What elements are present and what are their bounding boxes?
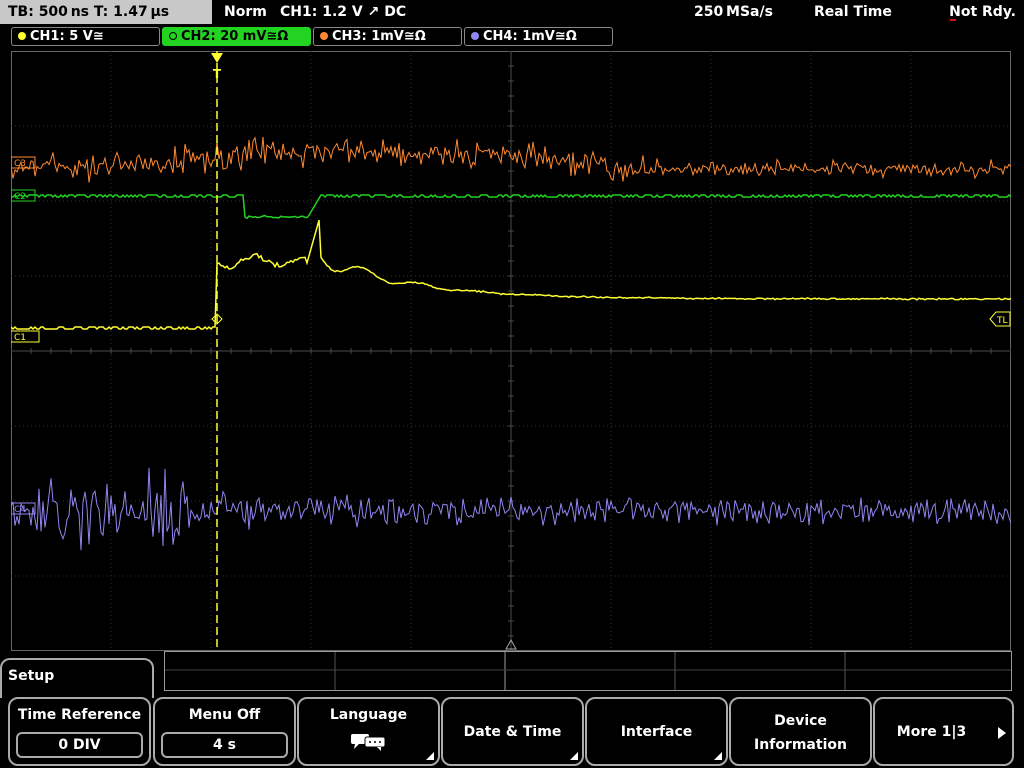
ch4-dot-icon xyxy=(471,32,479,40)
tab-ch1[interactable]: CH1: 5 V≅ xyxy=(11,27,160,46)
trigger-level-label: TL xyxy=(996,316,1008,326)
ch4-offset-marker[interactable]: C4 xyxy=(11,502,36,515)
ch3-offset-marker[interactable]: C3 xyxy=(11,156,36,169)
tab-ch1-label: CH1: 5 V≅ xyxy=(30,29,104,44)
interface-softkey[interactable]: Interface xyxy=(585,697,728,766)
tab-ch3-label: CH3: 1mV≅Ω xyxy=(332,29,426,44)
interface-submenu-icon xyxy=(714,752,722,760)
ch3-marker-label: C3 xyxy=(14,159,26,169)
menu-off-label: Menu Off xyxy=(188,707,261,723)
ch4-marker-label: C4 xyxy=(14,505,26,515)
trigger-mode[interactable]: Norm xyxy=(224,0,267,24)
secondary-display xyxy=(164,651,1012,691)
ch2-offset-marker[interactable]: C2 xyxy=(11,189,36,202)
trigger-level-marker[interactable]: TL xyxy=(989,311,1011,327)
speech-bubble-icon xyxy=(351,734,386,751)
language-submenu-icon xyxy=(426,752,434,760)
date-time-softkey[interactable]: Date & Time xyxy=(441,697,584,766)
time-reference-label: Time Reference xyxy=(17,707,142,723)
tab-ch2[interactable]: CH2: 20 mV≅Ω xyxy=(162,27,311,46)
more-softkey[interactable]: More 1|3 xyxy=(873,697,1014,766)
ch1-marker-label: C1 xyxy=(14,333,26,343)
language-label: Language xyxy=(329,707,408,723)
ch2-marker-label: C2 xyxy=(14,192,26,202)
ch2-dot-icon xyxy=(169,32,177,40)
menu-off-value: 4 s xyxy=(161,732,288,758)
ch1-dot-icon xyxy=(18,32,26,40)
graticule xyxy=(11,51,1011,651)
device-information-label: Device xyxy=(774,713,827,729)
device-information-softkey[interactable]: Device Information xyxy=(729,697,872,766)
tab-ch4[interactable]: CH4: 1mV≅Ω xyxy=(464,27,613,46)
sample-rate: 250 MSa/s xyxy=(694,4,773,20)
interface-label: Interface xyxy=(620,724,693,740)
menu-title: Setup xyxy=(8,668,55,684)
tab-ch4-label: CH4: 1mV≅Ω xyxy=(483,29,577,44)
next-page-icon xyxy=(998,727,1006,739)
date-time-submenu-icon xyxy=(570,752,578,760)
time-reference-softkey[interactable]: Time Reference 0 DIV xyxy=(8,697,151,766)
device-information-label-2: Information xyxy=(754,737,847,753)
time-reference-value: 0 DIV xyxy=(16,732,143,758)
trigger-marker-label: T xyxy=(213,67,222,81)
date-time-label: Date & Time xyxy=(463,724,562,740)
trigger-setting[interactable]: CH1: 1.2 V ↗ DC xyxy=(280,0,406,24)
menu-off-softkey[interactable]: Menu Off 4 s xyxy=(153,697,296,766)
waveform-display[interactable]: T C3 C2 C1 C4 TL xyxy=(11,51,1011,651)
more-label: More 1|3 xyxy=(896,724,967,740)
tab-ch3[interactable]: CH3: 1mV≅Ω xyxy=(313,27,462,46)
ready-state: Not Rdy. xyxy=(949,4,1016,20)
trigger-marker-icon xyxy=(211,53,223,63)
language-softkey[interactable]: Language xyxy=(297,697,440,766)
timebase-readout[interactable]: TB: 500 ns T: 1.47 µs xyxy=(0,0,212,24)
ch1-offset-marker[interactable]: C1 xyxy=(11,330,40,343)
tab-ch2-label: CH2: 20 mV≅Ω xyxy=(181,29,289,44)
trigger-position-marker[interactable]: T xyxy=(211,53,223,81)
ch3-dot-icon xyxy=(320,32,328,40)
acquisition-mode: Real Time xyxy=(814,4,892,20)
